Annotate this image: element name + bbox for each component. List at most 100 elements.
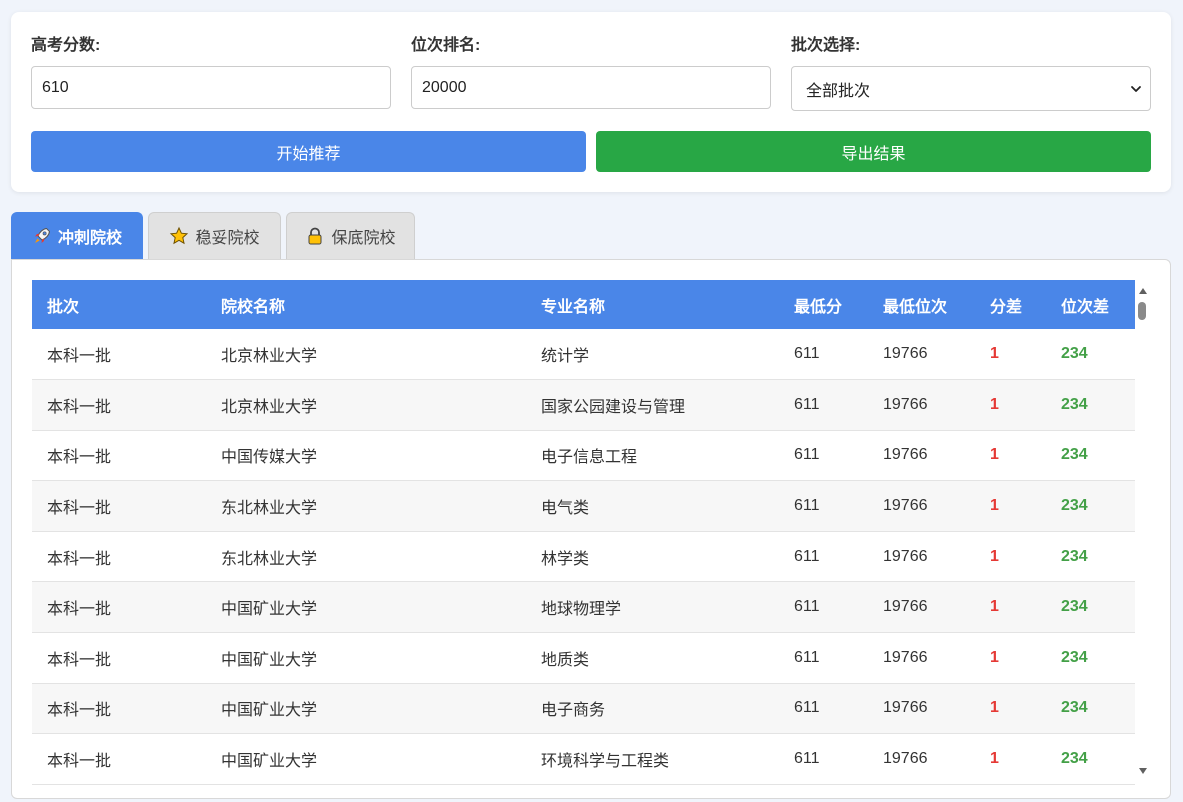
scroll-thumb[interactable] <box>1138 302 1146 320</box>
recommend-button[interactable]: 开始推荐 <box>31 131 586 172</box>
cell-score-diff: 1 <box>990 395 999 413</box>
cell-score-diff: 1 <box>990 345 999 363</box>
cell-school: 中国矿业大学 <box>221 601 318 619</box>
table-row[interactable]: 本科一批 中国传媒大学 电子信息工程 611 19766 1 234 <box>32 430 1135 481</box>
tab-sprint[interactable]: 冲刺院校 <box>11 212 143 259</box>
cell-major: 国家公园建设与管理 <box>541 398 686 416</box>
cell-rank-diff: 234 <box>1061 345 1088 363</box>
cell-school: 中国传媒大学 <box>221 449 318 467</box>
cell-school: 中国矿业大学 <box>221 651 318 669</box>
score-label: 高考分数: <box>31 37 101 54</box>
table-row[interactable]: 本科一批 北京林业大学 国家公园建设与管理 611 19766 1 234 <box>32 379 1135 431</box>
tab-stable[interactable]: 稳妥院校 <box>148 212 281 259</box>
table-row[interactable]: 本科一批 中国矿业大学 环境科学与工程类 611 19766 1 234 <box>32 734 1135 785</box>
batch-select-value: 全部批次 <box>806 82 871 100</box>
cell-batch: 本科一批 <box>47 348 112 366</box>
cell-school: 中国矿业大学 <box>221 753 318 771</box>
scrollbar[interactable] <box>1136 280 1152 780</box>
col-header-min-score[interactable]: 最低分 <box>779 280 868 329</box>
col-header-school[interactable]: 院校名称 <box>206 280 526 329</box>
tab-safe-label: 保底院校 <box>331 230 396 247</box>
cell-batch: 本科一批 <box>47 398 112 416</box>
cell-min-rank: 19766 <box>883 648 928 666</box>
cell-min-score: 611 <box>794 750 820 768</box>
search-panel: 高考分数: 位次排名: 批次选择: 全部批次 开始推荐 导出结果 <box>11 12 1171 192</box>
col-header-rank-diff[interactable]: 位次差 <box>1046 280 1135 329</box>
cell-school: 东北林业大学 <box>221 550 318 568</box>
col-header-score-diff[interactable]: 分差 <box>975 280 1046 329</box>
cell-score-diff: 1 <box>990 547 999 565</box>
cell-major: 电子信息工程 <box>541 449 638 467</box>
cell-major: 统计学 <box>541 348 590 366</box>
cell-major: 林学类 <box>541 550 590 568</box>
rank-input[interactable] <box>411 66 771 109</box>
col-header-major[interactable]: 专业名称 <box>526 280 779 329</box>
cell-min-score: 611 <box>794 598 820 616</box>
col-header-batch[interactable]: 批次 <box>32 280 206 329</box>
cell-rank-diff: 234 <box>1061 395 1088 413</box>
star-icon <box>170 226 189 245</box>
cell-min-score: 611 <box>794 446 820 464</box>
score-input[interactable] <box>31 66 391 109</box>
cell-batch: 本科一批 <box>47 753 112 771</box>
cell-score-diff: 1 <box>990 446 999 464</box>
table-row[interactable]: 本科一批 北京林业大学 统计学 611 19766 1 234 <box>32 329 1135 380</box>
results-table: 批次 院校名称 专业名称 最低分 最低位次 分差 位次差 本科一批 北京林业大学统… <box>32 280 1135 785</box>
cell-score-diff: 1 <box>990 699 999 717</box>
cell-score-diff: 1 <box>990 497 999 515</box>
cell-min-score: 611 <box>794 699 820 717</box>
tab-safe[interactable]: 保底院校 <box>286 212 415 259</box>
cell-major: 地质类 <box>541 651 590 669</box>
cell-min-score: 611 <box>794 547 820 565</box>
cell-rank-diff: 234 <box>1061 598 1088 616</box>
cell-batch: 本科一批 <box>47 550 112 568</box>
col-header-min-rank[interactable]: 最低位次 <box>868 280 975 329</box>
cell-batch: 本科一批 <box>47 702 112 720</box>
rank-label: 位次排名: <box>411 37 481 54</box>
chevron-down-icon <box>1131 85 1141 92</box>
rank-field-group: 位次排名: <box>411 34 771 109</box>
batch-field-group: 批次选择: 全部批次 <box>791 34 1151 111</box>
cell-batch: 本科一批 <box>47 601 112 619</box>
score-field-group: 高考分数: <box>31 34 391 109</box>
cell-rank-diff: 234 <box>1061 547 1088 565</box>
cell-major: 地球物理学 <box>541 601 622 619</box>
export-button[interactable]: 导出结果 <box>596 131 1151 172</box>
cell-school: 北京林业大学 <box>221 348 318 366</box>
cell-rank-diff: 234 <box>1061 699 1088 717</box>
scroll-down-arrow-icon[interactable] <box>1139 768 1147 774</box>
cell-school: 北京林业大学 <box>221 398 318 416</box>
cell-min-score: 611 <box>794 345 820 363</box>
cell-min-rank: 19766 <box>883 547 928 565</box>
cell-score-diff: 1 <box>990 598 999 616</box>
cell-min-rank: 19766 <box>883 699 928 717</box>
cell-score-diff: 1 <box>990 750 999 768</box>
results-panel: 批次 院校名称 专业名称 最低分 最低位次 分差 位次差 本科一批 北京林业大学统… <box>11 259 1171 799</box>
cell-score-diff: 1 <box>990 648 999 666</box>
cell-rank-diff: 234 <box>1061 446 1088 464</box>
scroll-up-arrow-icon[interactable] <box>1139 288 1147 294</box>
table-row[interactable]: 本科一批 东北林业大学 林学类 611 19766 1 234 <box>32 531 1135 582</box>
cell-min-rank: 19766 <box>883 750 928 768</box>
cell-min-rank: 19766 <box>883 345 928 363</box>
cell-batch: 本科一批 <box>47 449 112 467</box>
cell-min-score: 611 <box>794 648 820 666</box>
cell-rank-diff: 234 <box>1061 497 1088 515</box>
cell-school: 东北林业大学 <box>221 500 318 518</box>
table-row[interactable]: 本科一批 中国矿业大学 电子商务 611 19766 1 234 <box>32 683 1135 734</box>
table-row[interactable]: 本科一批 中国矿业大学 地质类 611 19766 1 234 <box>32 633 1135 684</box>
cell-min-rank: 19766 <box>883 395 928 413</box>
cell-min-rank: 19766 <box>883 598 928 616</box>
batch-select[interactable]: 全部批次 <box>791 66 1151 111</box>
cell-school: 中国矿业大学 <box>221 702 318 720</box>
cell-major: 电气类 <box>541 500 590 518</box>
cell-batch: 本科一批 <box>47 500 112 518</box>
table-row[interactable]: 本科一批 中国矿业大学 地球物理学 611 19766 1 234 <box>32 581 1135 633</box>
table-row[interactable]: 本科一批 东北林业大学 电气类 611 19766 1 234 <box>32 480 1135 532</box>
cell-rank-diff: 234 <box>1061 648 1088 666</box>
cell-min-score: 611 <box>794 497 820 515</box>
cell-min-score: 611 <box>794 395 820 413</box>
cell-batch: 本科一批 <box>47 651 112 669</box>
table-body: 本科一批 北京林业大学 统计学 611 19766 1 234 本科一批 北京林业大学 国家公园建… <box>32 329 1135 785</box>
cell-major: 电子商务 <box>541 702 606 720</box>
